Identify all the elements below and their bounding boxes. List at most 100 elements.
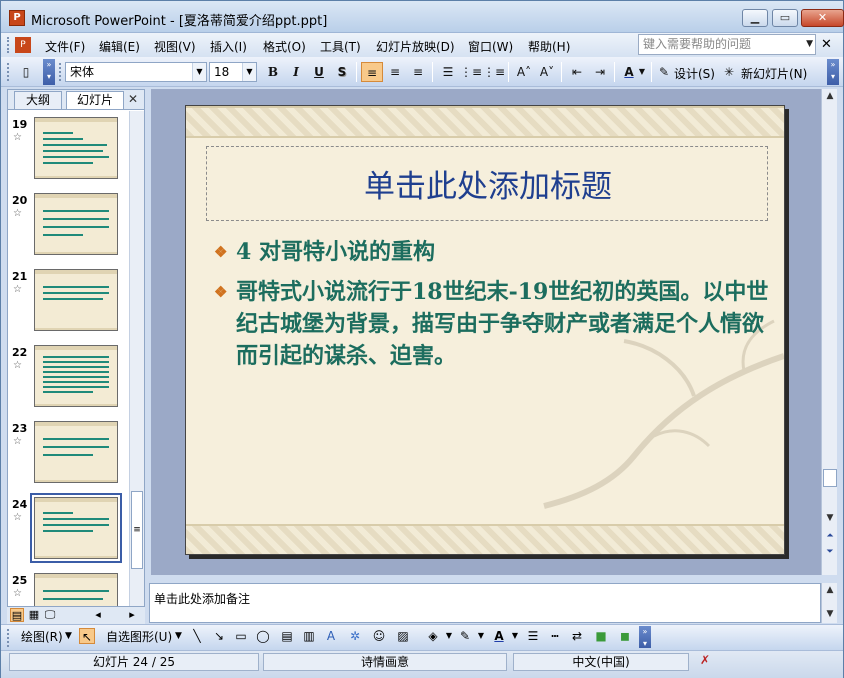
toolbar-grip[interactable] — [7, 63, 11, 81]
bullet-item[interactable]: ❖ 哥特式小说流行于18世纪末-19世纪初的英国。以中世纪古城堡为背景，描写由于… — [214, 276, 781, 376]
font-name-select[interactable]: 宋体 ▼ — [65, 62, 207, 82]
next-slide-icon[interactable]: ⏷ — [824, 547, 836, 557]
menu-help[interactable]: 帮助(H) — [528, 38, 570, 55]
scrollbar-thumb[interactable] — [823, 469, 837, 487]
vertical-textbox-icon[interactable]: ▥ — [301, 628, 317, 644]
slide-thumbnail[interactable] — [34, 421, 118, 483]
menu-slideshow[interactable]: 幻灯片放映(D) — [376, 38, 455, 55]
slide-scrollbar[interactable]: ▲ ▼ ⏶ ⏷ — [821, 89, 837, 575]
draw-menu-button[interactable]: 绘图(R) — [21, 628, 63, 645]
chevron-down-icon[interactable]: ▼ — [507, 628, 523, 644]
scroll-right-icon[interactable]: ▸ — [125, 608, 139, 622]
bold-button[interactable]: B — [262, 62, 284, 82]
font-size-select[interactable]: 18 ▼ — [209, 62, 257, 82]
design-icon[interactable]: ✎ — [656, 62, 672, 82]
toolbar-options-chevron[interactable]: » ▾ — [827, 59, 839, 85]
toolbar-options-chevron[interactable]: » ▾ — [639, 626, 651, 648]
scrollbar-thumb[interactable]: ≡ — [131, 491, 143, 569]
slide-thumbnail[interactable] — [34, 193, 118, 255]
menu-edit[interactable]: 编辑(E) — [99, 38, 140, 55]
menu-view[interactable]: 视图(V) — [154, 38, 196, 55]
slide-thumbnail-row[interactable]: 25 ☆ — [8, 571, 130, 606]
slide-thumbnail-row[interactable]: 22 ☆ — [8, 343, 130, 413]
new-document-icon[interactable]: ▯ — [15, 62, 37, 82]
notes-scrollbar[interactable]: ▲ ▼ — [821, 583, 837, 623]
font-color-icon[interactable]: A — [491, 628, 507, 644]
powerpoint-app-icon[interactable]: P — [9, 10, 25, 26]
scroll-down-icon[interactable]: ▼ — [824, 513, 836, 523]
align-left-icon[interactable]: ≡ — [361, 62, 383, 82]
chevron-down-icon[interactable]: ▼ — [806, 35, 813, 54]
slide-thumbnail[interactable] — [34, 117, 118, 179]
textbox-icon[interactable]: ▤ — [279, 628, 295, 644]
picture-icon[interactable]: ▨ — [395, 628, 411, 644]
document-icon[interactable]: P — [15, 37, 31, 53]
normal-view-icon[interactable]: ▤ — [10, 608, 24, 622]
slide-thumbnail-row[interactable]: 20 ☆ — [8, 191, 130, 261]
line-icon[interactable]: ╲ — [189, 628, 205, 644]
menu-file[interactable]: 文件(F) — [45, 38, 85, 55]
bullet-text[interactable]: 4 对哥特小说的重构 — [236, 236, 781, 268]
clipart-icon[interactable]: ☺ — [371, 628, 387, 644]
arrow-style-icon[interactable]: ⇄ — [569, 628, 585, 644]
current-slide[interactable]: 单击此处添加标题 ❖ 4 对哥特小说的重构 ❖ 哥特式小说流行于18世纪末-19… — [185, 105, 785, 555]
slide-thumbnail-selected[interactable] — [30, 493, 122, 563]
bullet-list-icon[interactable]: ⋮≡ — [483, 62, 505, 82]
notes-pane[interactable]: 单击此处添加备注 — [149, 583, 821, 623]
tab-outline[interactable]: 大纲 — [14, 91, 62, 109]
chevron-down-icon[interactable]: ▼ — [192, 63, 206, 81]
scroll-down-icon[interactable]: ▼ — [824, 609, 836, 619]
menu-insert[interactable]: 插入(I) — [210, 38, 247, 55]
menu-window[interactable]: 窗口(W) — [468, 38, 513, 55]
italic-button[interactable]: I — [285, 62, 307, 82]
shadow-style-icon[interactable]: ■ — [593, 628, 609, 644]
spelling-check-icon[interactable]: ✗ — [697, 652, 713, 668]
slide-thumbnail[interactable] — [34, 345, 118, 407]
scroll-left-icon[interactable]: ◂ — [91, 608, 105, 622]
arrow-icon[interactable]: ↘ — [211, 628, 227, 644]
close-icon[interactable]: ✕ — [128, 92, 138, 106]
underline-button[interactable]: U — [308, 62, 330, 82]
toolbar-grip-2[interactable] — [59, 63, 63, 81]
chevron-down-icon[interactable]: ▼ — [65, 631, 72, 641]
toolbar-options-chevron[interactable]: » ▾ — [43, 59, 55, 85]
slide-thumbnail-row-selected[interactable]: 24 ☆ — [8, 493, 130, 565]
title-placeholder[interactable]: 单击此处添加标题 — [206, 146, 768, 221]
shadow-button[interactable]: S — [331, 62, 353, 82]
line-spacing-icon[interactable]: ⋮≡ — [460, 62, 482, 82]
close-button[interactable]: ✕ — [801, 9, 844, 27]
decrease-font-icon[interactable]: A˅ — [536, 62, 558, 82]
bullet-text[interactable]: 哥特式小说流行于18世纪末-19世纪初的英国。以中世纪古城堡为背景，描写由于争夺… — [236, 276, 781, 372]
maximize-button[interactable]: ▭ — [772, 9, 798, 27]
wordart-icon[interactable]: A — [323, 628, 339, 644]
fill-color-icon[interactable]: ◈ — [425, 628, 441, 644]
scroll-up-icon[interactable]: ▲ — [824, 91, 836, 101]
dash-style-icon[interactable]: ┅ — [547, 628, 563, 644]
menu-format[interactable]: 格式(O) — [263, 38, 306, 55]
oval-icon[interactable]: ◯ — [255, 628, 271, 644]
slide-thumbnail-row[interactable]: 23 ☆ — [8, 419, 130, 489]
chevron-down-icon[interactable]: ▼ — [473, 628, 489, 644]
chevron-down-icon[interactable]: ▼ — [441, 628, 457, 644]
notes-placeholder[interactable]: 单击此处添加备注 — [154, 592, 250, 606]
chevron-down-icon[interactable]: ▼ — [175, 631, 182, 641]
slide-sorter-icon[interactable]: ▦ — [27, 608, 41, 622]
chevron-down-icon[interactable]: ▼ — [637, 62, 647, 82]
menu-tools[interactable]: 工具(T) — [320, 38, 361, 55]
decrease-indent-icon[interactable]: ⇤ — [566, 62, 588, 82]
slideshow-icon[interactable]: 🖵 — [43, 608, 57, 622]
tab-slides[interactable]: 幻灯片 — [66, 91, 124, 109]
previous-slide-icon[interactable]: ⏶ — [824, 531, 836, 541]
select-cursor-icon[interactable]: ↖ — [79, 628, 95, 644]
menu-grip[interactable] — [7, 37, 11, 53]
3d-style-icon[interactable]: ◼ — [617, 628, 633, 644]
autoshapes-menu-button[interactable]: 自选图形(U) — [106, 628, 172, 645]
slide-thumbnail[interactable] — [34, 269, 118, 331]
design-button[interactable]: 设计(S) — [674, 65, 715, 82]
slide-thumbnail-row[interactable]: 21 ☆ — [8, 267, 130, 337]
rectangle-icon[interactable]: ▭ — [233, 628, 249, 644]
chevron-down-icon[interactable]: ▼ — [242, 63, 256, 81]
toolbar-grip[interactable] — [7, 629, 11, 647]
increase-indent-icon[interactable]: ⇥ — [589, 62, 611, 82]
status-design-name[interactable]: 诗情画意 — [263, 653, 507, 671]
